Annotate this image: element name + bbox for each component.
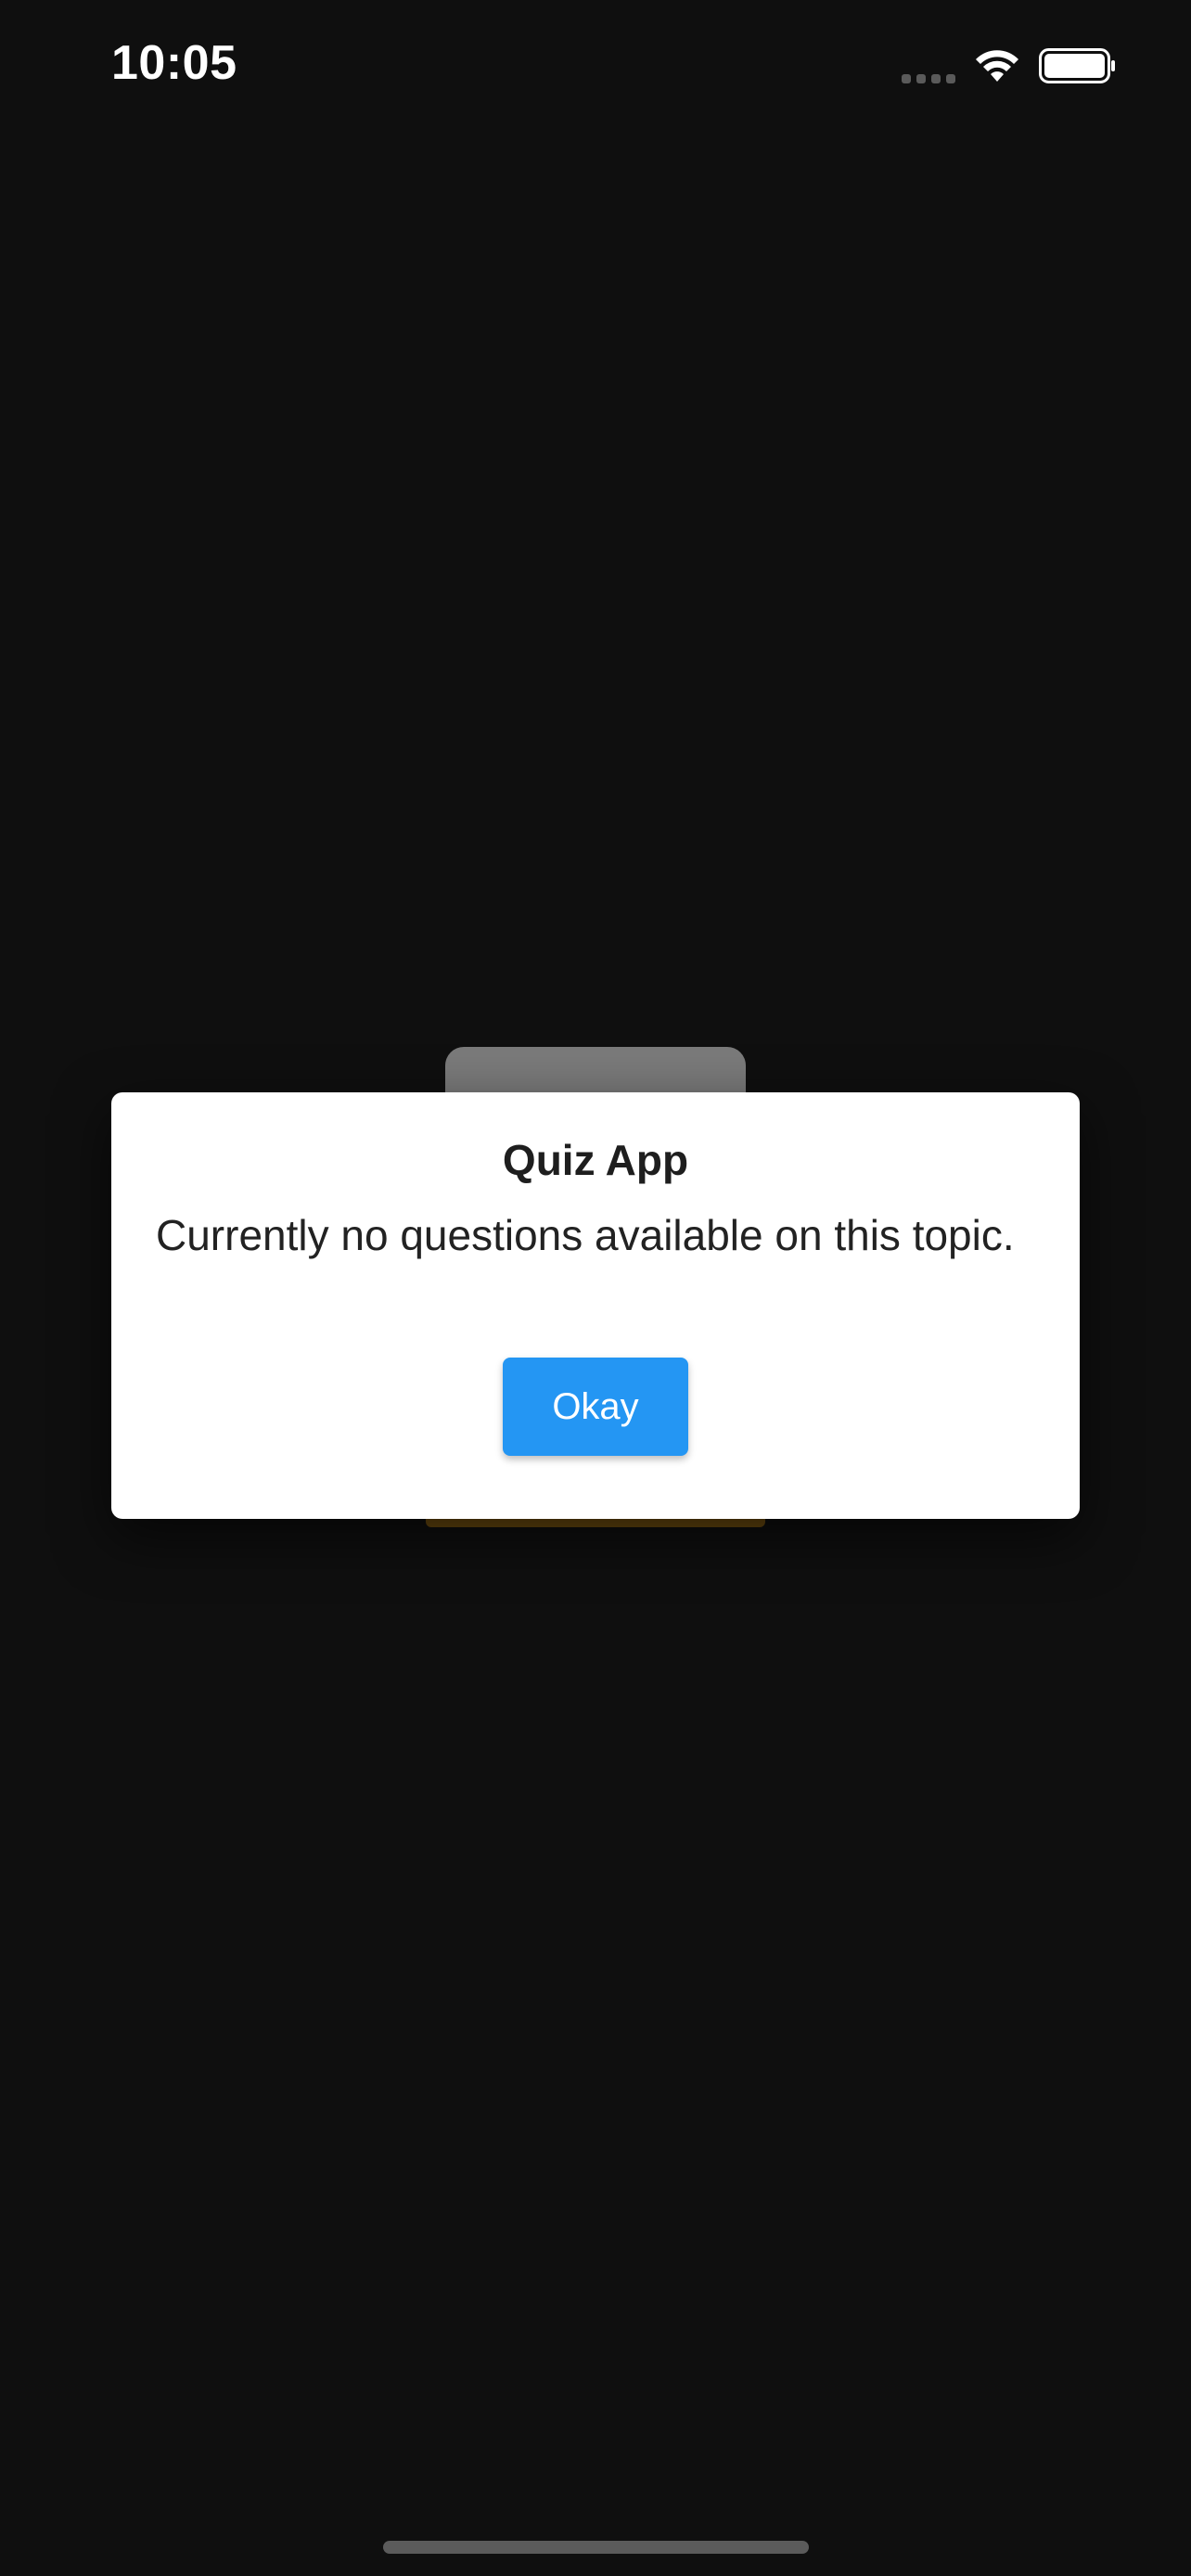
battery-icon [1039,48,1115,83]
dialog-message: Currently no questions available on this… [156,1211,1015,1259]
cellular-signal-icon [902,74,955,83]
okay-button[interactable]: Okay [503,1358,688,1456]
alert-dialog: Quiz App Currently no questions availabl… [111,1092,1080,1519]
dialog-title: Quiz App [502,1136,689,1184]
status-time: 10:05 [111,36,237,90]
home-indicator[interactable] [383,2541,809,2554]
wifi-icon [976,50,1018,82]
